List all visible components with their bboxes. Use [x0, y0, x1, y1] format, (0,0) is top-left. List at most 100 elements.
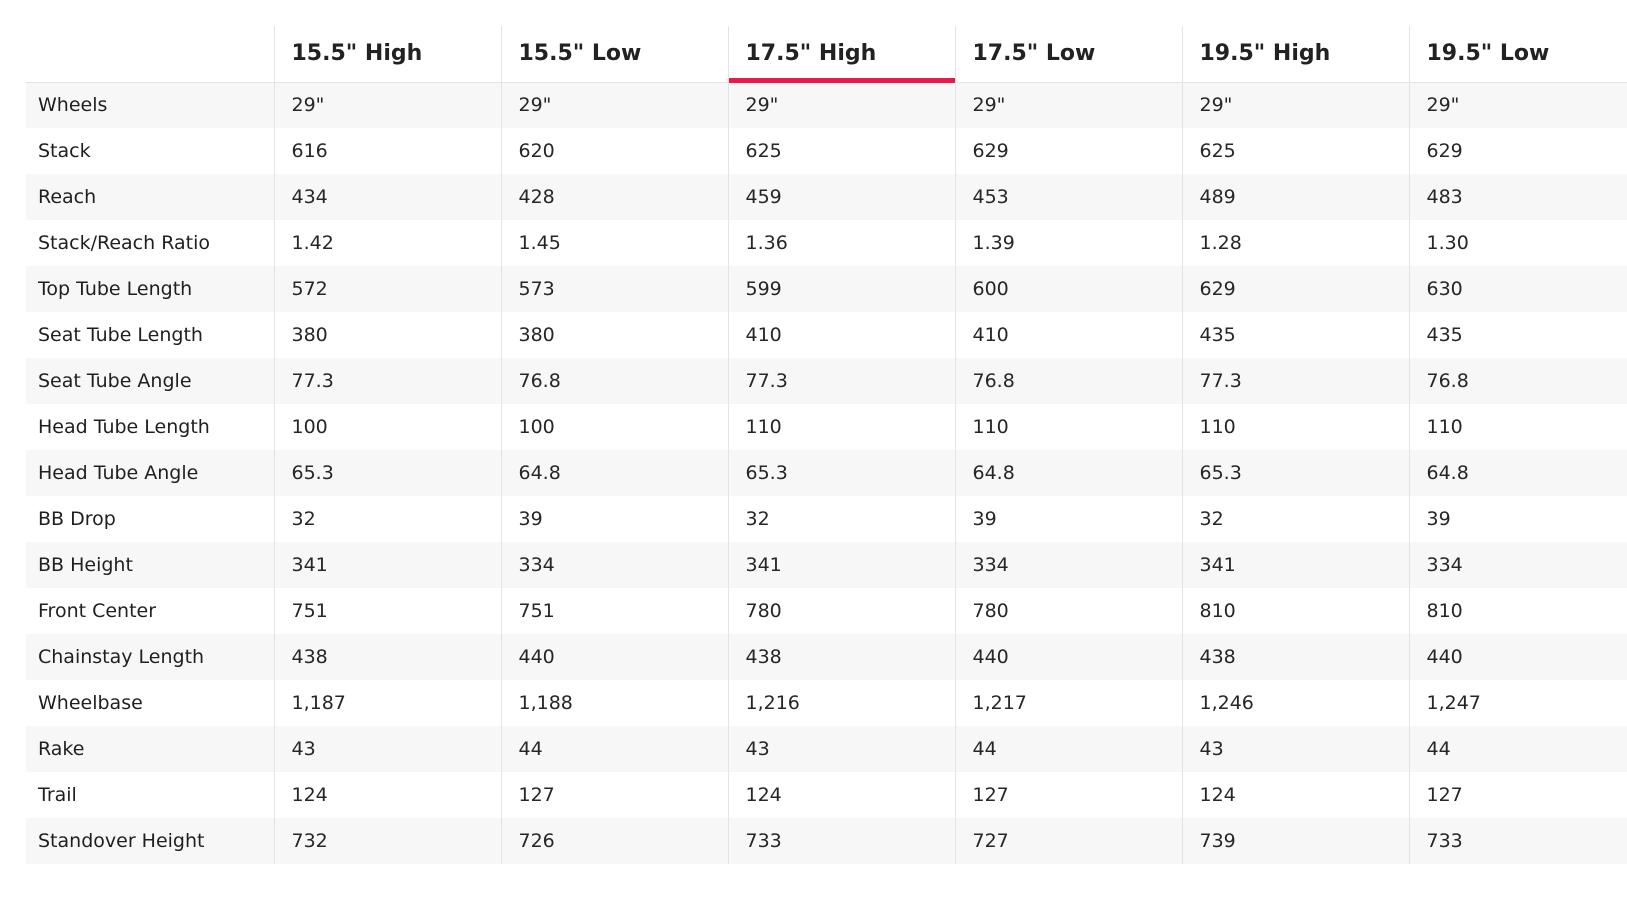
table-cell: 483: [1408, 174, 1627, 220]
table-row: BB Drop 32 39 32 39 32 39: [26, 496, 1627, 542]
table-cell: 29": [500, 82, 728, 128]
table-cell: 334: [954, 542, 1182, 588]
table-row: Seat Tube Angle 77.3 76.8 77.3 76.8 77.3 76.8: [26, 358, 1627, 404]
row-label: Reach: [26, 174, 274, 220]
size-tab-19-5-low[interactable]: 19.5" Low: [1408, 26, 1627, 83]
header-corner-cell: [26, 26, 274, 83]
table-cell: 124: [273, 772, 501, 818]
table-cell: 438: [727, 634, 955, 680]
table-cell: 810: [1408, 588, 1627, 634]
table-cell: 810: [1181, 588, 1409, 634]
table-cell: 64.8: [1408, 450, 1627, 496]
row-label: BB Drop: [26, 496, 274, 542]
table-cell: 341: [273, 542, 501, 588]
table-cell: 440: [954, 634, 1182, 680]
table-cell: 29": [1408, 82, 1627, 128]
table-cell: 44: [954, 726, 1182, 772]
table-cell: 1,217: [954, 680, 1182, 726]
row-label: Standover Height: [26, 818, 274, 864]
table-row: Stack 616 620 625 629 625 629: [26, 128, 1627, 174]
table-cell: 334: [500, 542, 728, 588]
row-label: Head Tube Angle: [26, 450, 274, 496]
table-cell: 29": [273, 82, 501, 128]
geometry-table-container: 15.5" High 15.5" Low 17.5" High 17.5" Lo…: [26, 26, 1627, 894]
table-cell: 29": [727, 82, 955, 128]
geometry-table: 15.5" High 15.5" Low 17.5" High 17.5" Lo…: [26, 26, 1627, 864]
table-cell: 76.8: [1408, 358, 1627, 404]
table-cell: 110: [727, 404, 955, 450]
table-cell: 32: [1181, 496, 1409, 542]
row-label: Head Tube Length: [26, 404, 274, 450]
table-cell: 110: [1408, 404, 1627, 450]
table-cell: 44: [500, 726, 728, 772]
table-row: Stack/Reach Ratio 1.42 1.45 1.36 1.39 1.28 1.3…: [26, 220, 1627, 266]
table-cell: 1.39: [954, 220, 1182, 266]
table-row: Seat Tube Length 380 380 410 410 435 435: [26, 312, 1627, 358]
row-label: Rake: [26, 726, 274, 772]
table-cell: 100: [273, 404, 501, 450]
row-label: Top Tube Length: [26, 266, 274, 312]
table-cell: 39: [500, 496, 728, 542]
table-row: Trail 124 127 124 127 124 127: [26, 772, 1627, 818]
size-tab-15-5-high[interactable]: 15.5" High: [273, 26, 501, 83]
table-cell: 32: [727, 496, 955, 542]
row-label: Stack/Reach Ratio: [26, 220, 274, 266]
table-cell: 110: [1181, 404, 1409, 450]
size-tab-19-5-high[interactable]: 19.5" High: [1181, 26, 1409, 83]
table-cell: 1,246: [1181, 680, 1409, 726]
table-cell: 629: [954, 128, 1182, 174]
row-label: Stack: [26, 128, 274, 174]
table-cell: 428: [500, 174, 728, 220]
table-cell: 1.45: [500, 220, 728, 266]
size-tab-17-5-low[interactable]: 17.5" Low: [954, 26, 1182, 83]
table-cell: 600: [954, 266, 1182, 312]
row-label: Seat Tube Angle: [26, 358, 274, 404]
table-cell: 341: [727, 542, 955, 588]
table-cell: 100: [500, 404, 728, 450]
table-cell: 726: [500, 818, 728, 864]
table-cell: 43: [1181, 726, 1409, 772]
table-cell: 65.3: [1181, 450, 1409, 496]
table-cell: 29": [1181, 82, 1409, 128]
table-cell: 127: [1408, 772, 1627, 818]
table-header: 15.5" High 15.5" Low 17.5" High 17.5" Lo…: [26, 26, 1627, 83]
table-cell: 780: [954, 588, 1182, 634]
table-cell: 44: [1408, 726, 1627, 772]
table-cell: 77.3: [727, 358, 955, 404]
table-cell: 43: [727, 726, 955, 772]
table-cell: 780: [727, 588, 955, 634]
table-cell: 380: [273, 312, 501, 358]
table-cell: 1.42: [273, 220, 501, 266]
row-label: Wheels: [26, 82, 274, 128]
table-cell: 727: [954, 818, 1182, 864]
row-label: Trail: [26, 772, 274, 818]
table-cell: 438: [1181, 634, 1409, 680]
table-row: Chainstay Length 438 440 438 440 438 440: [26, 634, 1627, 680]
table-cell: 440: [1408, 634, 1627, 680]
table-cell: 732: [273, 818, 501, 864]
table-cell: 434: [273, 174, 501, 220]
table-row: Standover Height 732 726 733 727 739 733: [26, 818, 1627, 864]
table-cell: 410: [727, 312, 955, 358]
table-cell: 625: [727, 128, 955, 174]
table-cell: 440: [500, 634, 728, 680]
table-cell: 630: [1408, 266, 1627, 312]
table-cell: 459: [727, 174, 955, 220]
table-cell: 110: [954, 404, 1182, 450]
table-cell: 65.3: [727, 450, 955, 496]
table-body: Wheels 29" 29" 29" 29" 29" 29" Stack 616 620 625 62…: [26, 82, 1627, 864]
row-label: Front Center: [26, 588, 274, 634]
table-cell: 76.8: [500, 358, 728, 404]
table-cell: 629: [1408, 128, 1627, 174]
table-cell: 629: [1181, 266, 1409, 312]
table-cell: 64.8: [954, 450, 1182, 496]
table-cell: 32: [273, 496, 501, 542]
table-row: BB Height 341 334 341 334 341 334: [26, 542, 1627, 588]
size-tab-15-5-low[interactable]: 15.5" Low: [500, 26, 728, 83]
size-tab-17-5-high[interactable]: 17.5" High: [727, 26, 955, 83]
table-cell: 1,188: [500, 680, 728, 726]
table-cell: 489: [1181, 174, 1409, 220]
table-cell: 410: [954, 312, 1182, 358]
row-label: BB Height: [26, 542, 274, 588]
table-row: Wheels 29" 29" 29" 29" 29" 29": [26, 82, 1627, 128]
